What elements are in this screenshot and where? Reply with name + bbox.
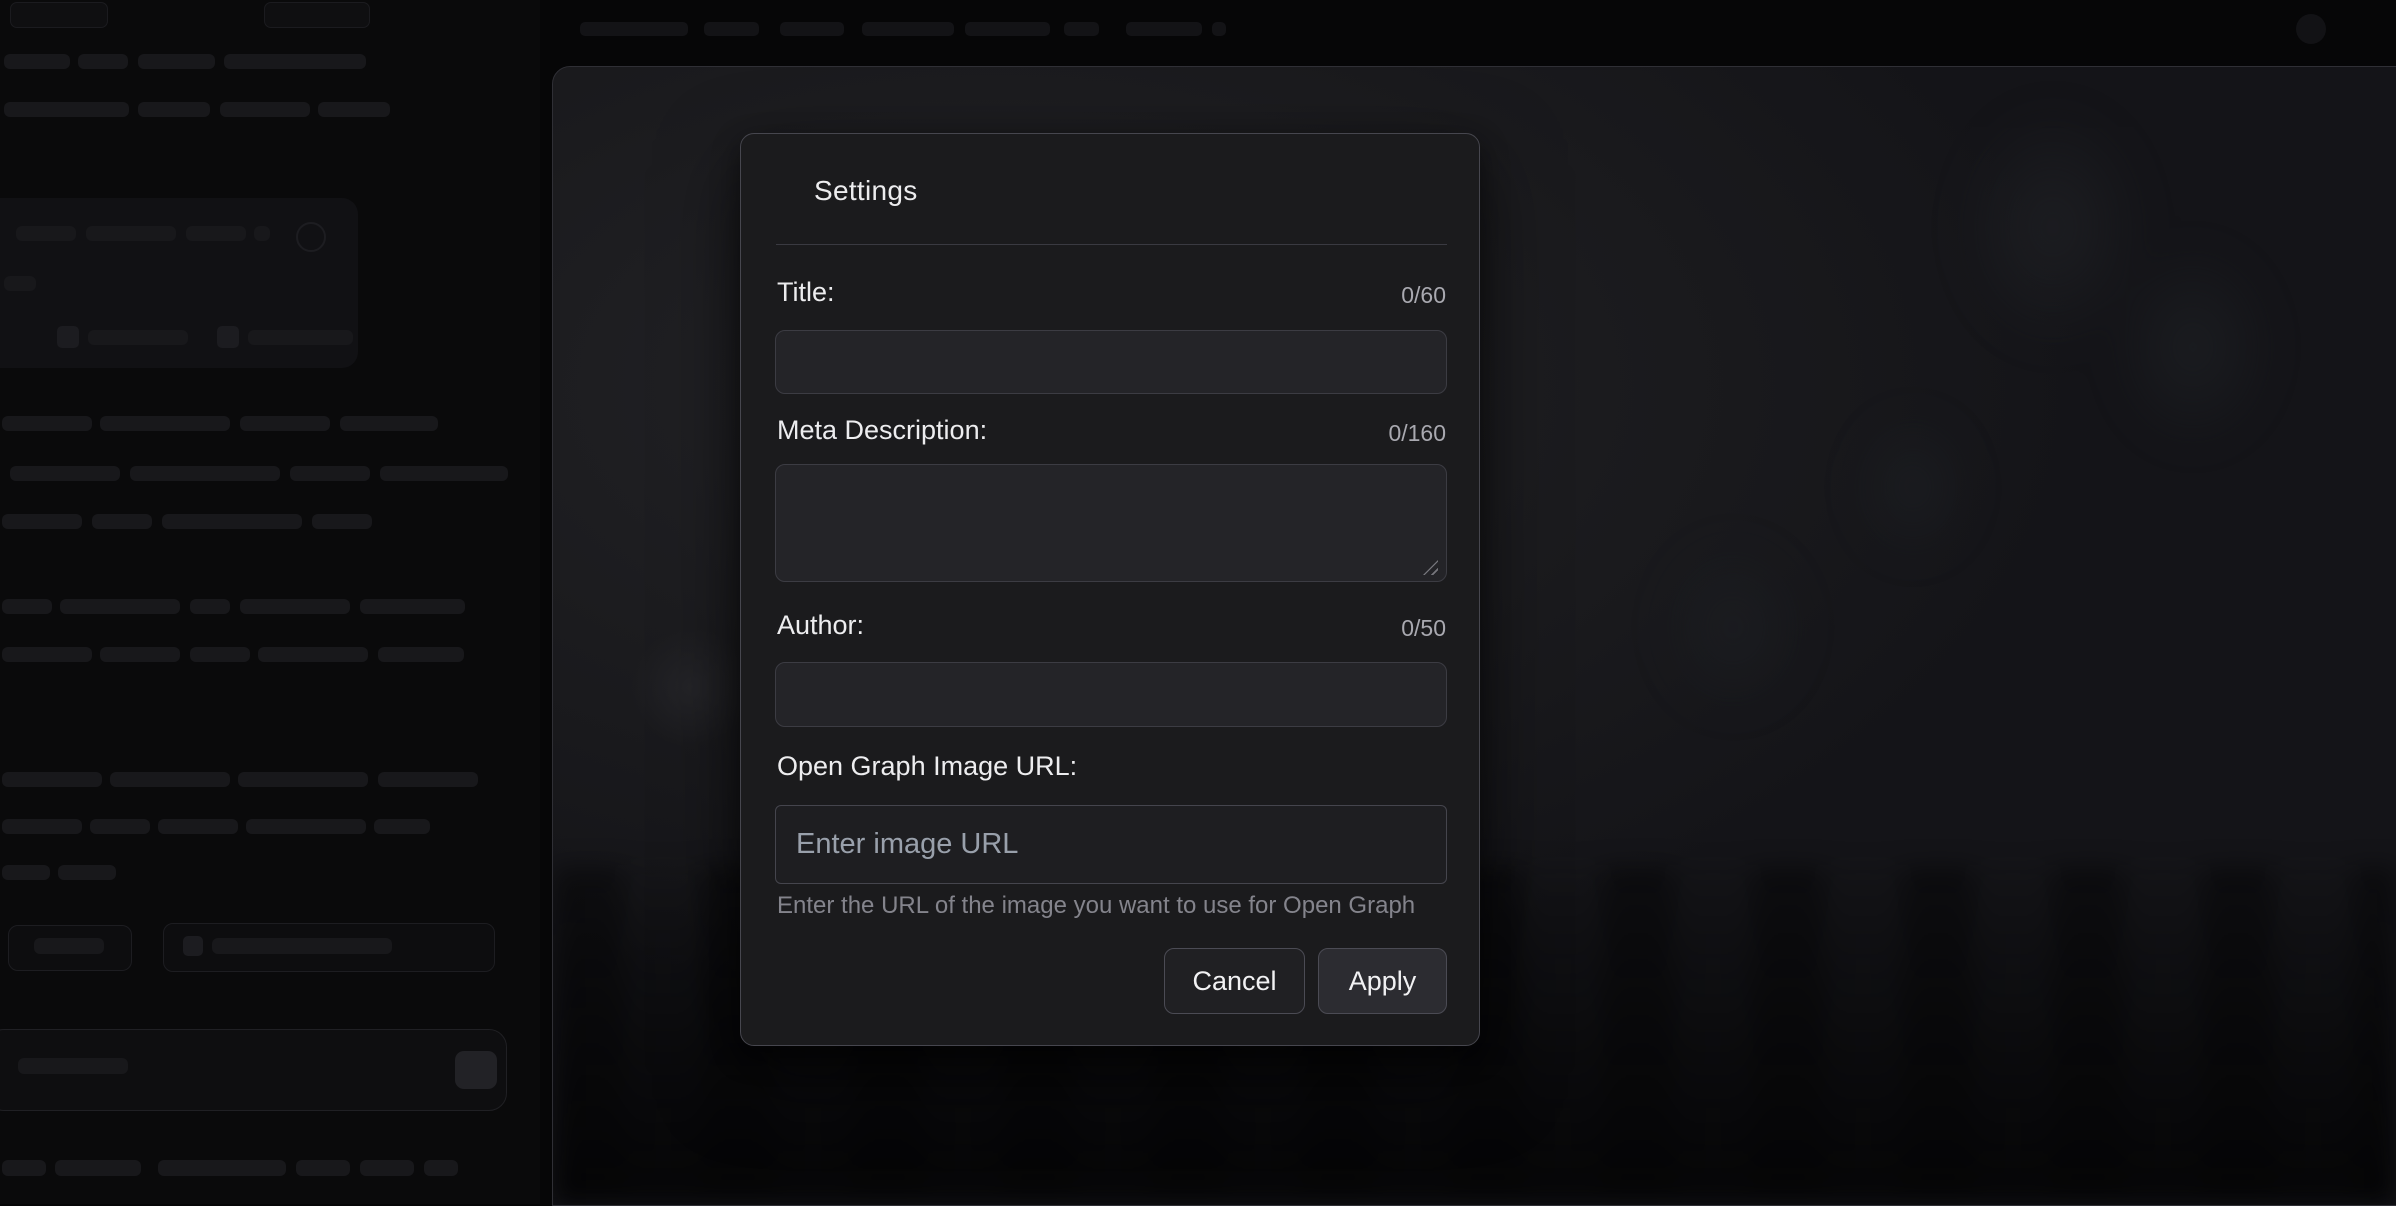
dimmed-text-line <box>100 647 180 662</box>
dimmed-text-line <box>130 466 280 481</box>
dimmed-text-line <box>2 416 92 431</box>
checkbox-icon <box>217 326 239 348</box>
dimmed-text-line <box>10 466 120 481</box>
dimmed-text-line <box>186 226 246 241</box>
dimmed-text-line <box>378 772 478 787</box>
dimmed-text-line <box>360 1160 414 1176</box>
send-button <box>455 1051 497 1089</box>
dimmed-text-line <box>378 647 464 662</box>
dimmed-button-label <box>212 938 392 954</box>
dimmed-text-line <box>162 514 302 529</box>
dimmed-button-icon <box>183 936 203 956</box>
dimmed-text-line <box>360 599 465 614</box>
dimmed-nav-item <box>1126 22 1202 36</box>
dimmed-text-line <box>138 54 215 69</box>
dimmed-text-line <box>258 647 368 662</box>
dimmed-text-line <box>340 416 438 431</box>
dimmed-text-line <box>158 1160 286 1176</box>
dimmed-nav-item <box>862 22 954 36</box>
author-input[interactable] <box>775 662 1447 727</box>
dimmed-tab <box>10 2 108 28</box>
close-icon <box>296 222 326 252</box>
title-input[interactable] <box>775 330 1447 394</box>
dimmed-toggle-label <box>248 330 353 345</box>
dimmed-text-line <box>318 102 390 117</box>
dimmed-nav-item <box>780 22 844 36</box>
dimmed-text-line <box>190 647 250 662</box>
dimmed-text-line <box>2 1160 46 1176</box>
dimmed-text-line <box>238 772 368 787</box>
title-counter: 0/60 <box>1401 280 1446 310</box>
dialog-title: Settings <box>814 174 918 208</box>
dimmed-text-line <box>246 819 366 834</box>
dialog-actions: Cancel Apply <box>1164 948 1447 1014</box>
sidebar-dimmed <box>0 0 540 1204</box>
dimmed-text-line <box>92 514 152 529</box>
dimmed-text-line <box>374 819 430 834</box>
dimmed-text-line <box>16 226 76 241</box>
dimmed-text-line <box>4 54 70 69</box>
menu-icon <box>2296 14 2326 44</box>
author-counter: 0/50 <box>1401 613 1446 643</box>
dimmed-nav-item <box>704 22 759 36</box>
og-image-url-input[interactable] <box>775 805 1447 884</box>
title-divider <box>776 244 1447 245</box>
dimmed-text-line <box>4 276 36 291</box>
dimmed-text-line <box>240 416 330 431</box>
settings-dialog: Settings Title: 0/60 Meta Description: 0… <box>740 133 1480 1046</box>
composer-placeholder <box>18 1058 128 1074</box>
meta-description-label: Meta Description: <box>777 413 987 447</box>
meta-description-counter: 0/160 <box>1388 418 1446 448</box>
dimmed-text-line <box>100 416 230 431</box>
dimmed-text-line <box>158 819 238 834</box>
dimmed-button-glow <box>631 627 751 747</box>
dimmed-text-line <box>90 819 150 834</box>
dimmed-text-line <box>58 865 116 880</box>
top-bar-dimmed <box>540 0 2396 66</box>
dimmed-text-line <box>2 819 82 834</box>
dimmed-text-line <box>424 1160 458 1176</box>
dimmed-tab <box>264 2 370 28</box>
dimmed-text-line <box>254 226 270 241</box>
dimmed-text-line <box>86 226 176 241</box>
dimmed-nav-item <box>580 22 688 36</box>
title-label: Title: <box>777 275 835 309</box>
dimmed-toggle-label <box>88 330 188 345</box>
dimmed-text-line <box>312 514 372 529</box>
dimmed-text-line <box>290 466 370 481</box>
dimmed-nav-item <box>965 22 1050 36</box>
dimmed-text-line <box>2 647 92 662</box>
cancel-button[interactable]: Cancel <box>1164 948 1305 1014</box>
dimmed-nav-item <box>1212 22 1226 36</box>
dimmed-text-line <box>2 865 50 880</box>
dimmed-text-line <box>2 599 52 614</box>
dimmed-text-line <box>296 1160 350 1176</box>
dimmed-button-label <box>34 938 104 954</box>
og-image-url-label: Open Graph Image URL: <box>777 749 1077 783</box>
dimmed-text-line <box>2 772 102 787</box>
dimmed-nav-item <box>1064 22 1099 36</box>
dimmed-text-line <box>220 102 310 117</box>
dimmed-text-line <box>224 54 366 69</box>
dimmed-text-line <box>55 1160 141 1176</box>
dimmed-text-line <box>60 599 180 614</box>
checkbox-icon <box>57 326 79 348</box>
dimmed-text-line <box>110 772 230 787</box>
dimmed-text-line <box>2 514 82 529</box>
dimmed-text-line <box>240 599 350 614</box>
dimmed-text-line <box>380 466 508 481</box>
meta-description-textarea[interactable] <box>775 464 1447 582</box>
dimmed-text-line <box>4 102 129 117</box>
dimmed-text-line <box>190 599 230 614</box>
apply-button[interactable]: Apply <box>1318 948 1447 1014</box>
author-label: Author: <box>777 608 864 642</box>
dimmed-text-line <box>78 54 128 69</box>
og-helper-text: Enter the URL of the image you want to u… <box>777 891 1446 921</box>
dimmed-text-line <box>138 102 210 117</box>
